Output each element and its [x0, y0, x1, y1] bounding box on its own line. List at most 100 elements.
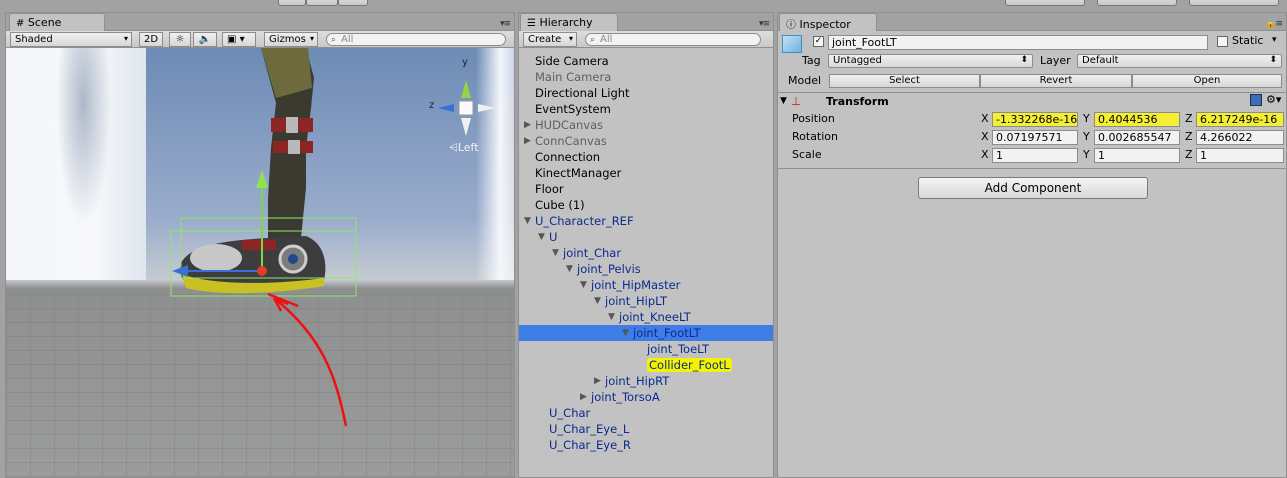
view-gizmo-y-label: y — [462, 57, 468, 68]
audio-toggle-icon[interactable]: 🔈 — [193, 32, 217, 47]
view-gizmo-z-label: z — [429, 100, 435, 111]
layer-dropdown[interactable]: Default ⬍ — [1077, 54, 1282, 68]
gizmos-dropdown[interactable]: Gizmos ▾ — [264, 32, 318, 47]
hierarchy-item[interactable]: U_Char — [519, 405, 773, 421]
play-button[interactable] — [278, 0, 306, 6]
y-axis-label[interactable]: Y — [1083, 112, 1090, 125]
layers-dropdown[interactable] — [1005, 0, 1085, 6]
tab-scene[interactable]: # Scene — [9, 13, 105, 31]
hierarchy-item[interactable]: ▼ joint_FootLT — [519, 325, 773, 341]
y-axis-label[interactable]: Y — [1083, 130, 1090, 143]
scene-panel: # Scene ▾≡ Shaded ▾ 2D ☼ 🔈 ▣ ▾ Gizmos ▾ … — [5, 12, 515, 478]
transform-header[interactable]: ▼ ⟂ Transform ⚙▾ — [778, 93, 1286, 112]
2d-toggle-button[interactable]: 2D — [139, 32, 163, 47]
hierarchy-item[interactable]: Side Camera — [519, 53, 773, 69]
hierarchy-item[interactable]: ▼ joint_Char — [519, 245, 773, 261]
hierarchy-item-label: joint_Char — [563, 246, 622, 260]
hierarchy-item[interactable]: joint_ToeLT — [519, 341, 773, 357]
account-dropdown[interactable] — [1189, 0, 1279, 6]
tab-inspector[interactable]: ⓘ Inspector — [779, 13, 877, 31]
object-name-field[interactable]: joint_FootLT — [828, 35, 1208, 50]
hierarchy-search-input[interactable]: ⌕ All — [585, 33, 761, 46]
static-checkbox[interactable] — [1217, 36, 1228, 47]
expanded-arrow-icon[interactable]: ▼ — [566, 264, 573, 274]
collapsed-arrow-icon[interactable]: ▶ — [524, 120, 531, 130]
model-revert-button[interactable]: Revert — [980, 74, 1132, 88]
hierarchy-item[interactable]: Collider_FootL — [519, 357, 773, 373]
z-axis-label[interactable]: Z — [1185, 130, 1193, 143]
hierarchy-item[interactable]: ▼ joint_Pelvis — [519, 261, 773, 277]
hierarchy-item[interactable]: ▶ joint_TorsoA — [519, 389, 773, 405]
foldout-arrow-icon[interactable]: ▼ — [780, 96, 787, 106]
search-icon: ⌕ — [590, 35, 596, 45]
hierarchy-item[interactable]: ▶ HUDCanvas — [519, 117, 773, 133]
shading-mode-dropdown[interactable]: Shaded ▾ — [10, 32, 132, 47]
x-axis-label[interactable]: X — [981, 148, 989, 161]
layout-dropdown[interactable] — [1097, 0, 1177, 6]
effects-dropdown-icon[interactable]: ▣ ▾ — [222, 32, 256, 47]
static-dropdown-icon[interactable]: ▾ — [1272, 35, 1277, 45]
scale-z-field[interactable]: 1 — [1196, 148, 1284, 163]
create-dropdown[interactable]: Create ▾ — [523, 32, 577, 47]
pause-button[interactable] — [306, 0, 338, 6]
tab-hierarchy[interactable]: ☰ Hierarchy — [520, 13, 618, 31]
settings-gear-icon[interactable]: ⚙▾ — [1266, 93, 1281, 106]
hierarchy-item[interactable]: ▶ ConnCanvas — [519, 133, 773, 149]
add-component-button[interactable]: Add Component — [918, 177, 1148, 199]
hierarchy-item[interactable]: U_Char_Eye_R — [519, 437, 773, 453]
collapsed-arrow-icon[interactable]: ▶ — [524, 136, 531, 146]
position-y-field[interactable]: 0.4044536 — [1094, 112, 1180, 127]
scene-search-input[interactable]: ⌕ All — [326, 33, 506, 46]
step-button[interactable] — [338, 0, 368, 6]
hierarchy-panel-menu-icon[interactable]: ▾≡ — [759, 19, 770, 29]
scene-viewport[interactable]: y z ⩤Left — [6, 48, 514, 477]
hierarchy-item[interactable]: ▼ joint_HipMaster — [519, 277, 773, 293]
active-checkbox[interactable]: ✓ — [813, 36, 824, 47]
expanded-arrow-icon[interactable]: ▼ — [608, 312, 615, 322]
expanded-arrow-icon[interactable]: ▼ — [552, 248, 559, 258]
hierarchy-item[interactable]: EventSystem — [519, 101, 773, 117]
expanded-arrow-icon[interactable]: ▼ — [538, 232, 545, 242]
hierarchy-item[interactable]: Cube (1) — [519, 197, 773, 213]
scale-x-field[interactable]: 1 — [992, 148, 1078, 163]
hierarchy-item[interactable]: Main Camera — [519, 69, 773, 85]
hierarchy-item[interactable]: Connection — [519, 149, 773, 165]
hierarchy-item[interactable]: Floor — [519, 181, 773, 197]
rotation-y-field[interactable]: 0.002685547 — [1094, 130, 1180, 145]
hierarchy-item[interactable]: ▼ joint_HipLT — [519, 293, 773, 309]
rotation-x-field[interactable]: 0.07197571 — [992, 130, 1078, 145]
hierarchy-item[interactable]: ▶ joint_HipRT — [519, 373, 773, 389]
scale-y-field[interactable]: 1 — [1094, 148, 1180, 163]
hierarchy-item[interactable]: ▼ U_Character_REF — [519, 213, 773, 229]
inspector-lock-menu-icon[interactable]: 🔒≡ — [1265, 19, 1283, 29]
scene-panel-menu-icon[interactable]: ▾≡ — [500, 19, 511, 29]
x-axis-label[interactable]: X — [981, 130, 989, 143]
help-book-icon[interactable] — [1250, 94, 1262, 106]
model-open-button[interactable]: Open — [1132, 74, 1282, 88]
hierarchy-item[interactable]: U_Char_Eye_L — [519, 421, 773, 437]
x-axis-label[interactable]: X — [981, 112, 989, 125]
rotation-z-field[interactable]: 4.266022 — [1196, 130, 1284, 145]
lighting-toggle-icon[interactable]: ☼ — [169, 32, 191, 47]
hierarchy-item[interactable]: Directional Light — [519, 85, 773, 101]
hierarchy-item[interactable]: ▼ U — [519, 229, 773, 245]
expanded-arrow-icon[interactable]: ▼ — [594, 296, 601, 306]
position-z-field[interactable]: 6.217249e-16 — [1196, 112, 1284, 127]
top-toolbar-strip — [0, 0, 1287, 12]
hierarchy-item[interactable]: KinectManager — [519, 165, 773, 181]
hierarchy-item-label: ConnCanvas — [535, 134, 607, 148]
z-axis-label[interactable]: Z — [1185, 148, 1193, 161]
position-x-field[interactable]: -1.332268e-16 — [992, 112, 1078, 127]
expanded-arrow-icon[interactable]: ▼ — [622, 328, 629, 338]
y-axis-label[interactable]: Y — [1083, 148, 1090, 161]
expanded-arrow-icon[interactable]: ▼ — [580, 280, 587, 290]
expanded-arrow-icon[interactable]: ▼ — [524, 216, 531, 226]
model-select-button[interactable]: Select — [829, 74, 980, 88]
collapsed-arrow-icon[interactable]: ▶ — [594, 376, 601, 386]
collapsed-arrow-icon[interactable]: ▶ — [580, 392, 587, 402]
hierarchy-item[interactable]: ▼ joint_KneeLT — [519, 309, 773, 325]
view-gizmo-left-label[interactable]: ⩤Left — [449, 141, 479, 155]
separator — [778, 168, 1286, 169]
z-axis-label[interactable]: Z — [1185, 112, 1193, 125]
tag-dropdown[interactable]: Untagged ⬍ — [828, 54, 1033, 68]
